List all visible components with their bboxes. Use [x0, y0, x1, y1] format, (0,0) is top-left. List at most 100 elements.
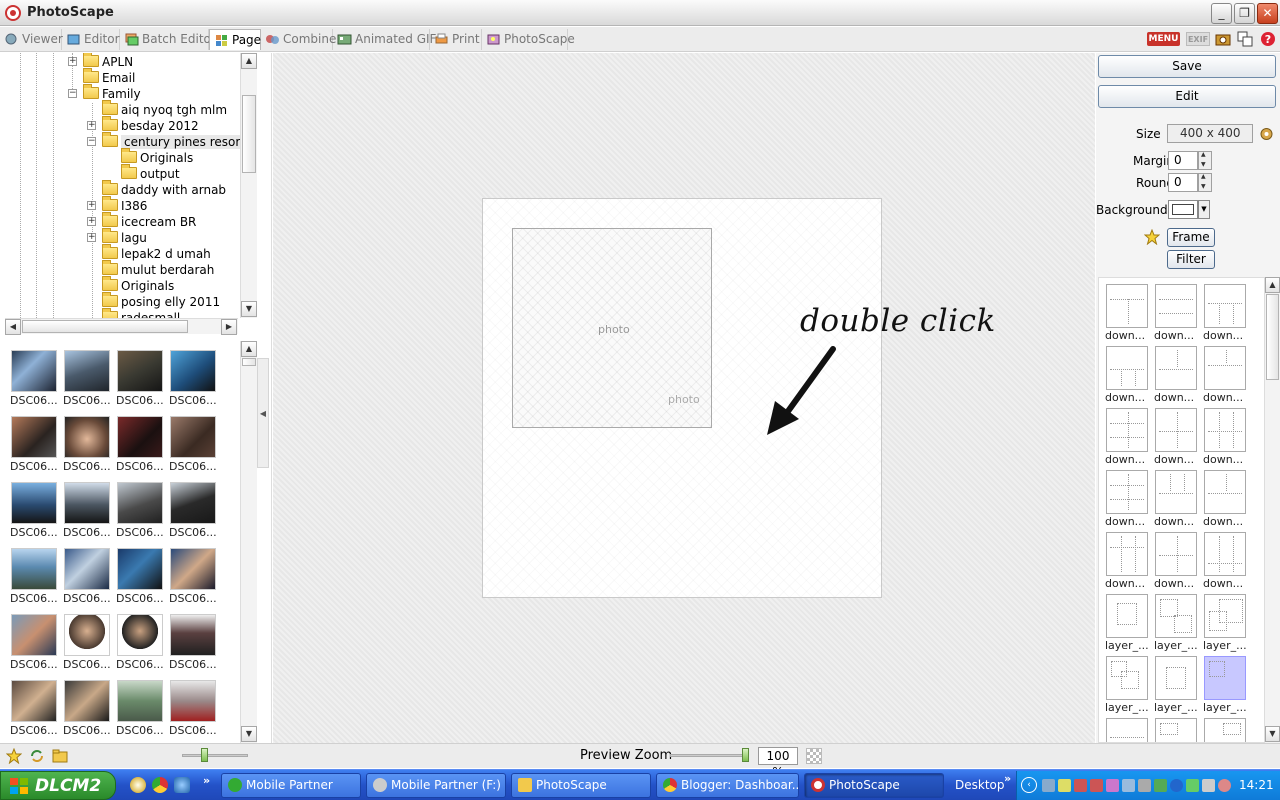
tree-vertical-scrollbar[interactable]: ▲ ▼ — [240, 53, 257, 318]
scroll-thumb[interactable] — [242, 358, 256, 366]
template-item[interactable]: down... — [1154, 344, 1200, 406]
folder-tree[interactable]: + APLN Email − Family aiq nyoq tgh mlm +… — [5, 53, 241, 318]
tray-display-icon[interactable] — [1202, 779, 1215, 792]
photo-thumbnail[interactable]: DSC06... — [10, 479, 58, 541]
photo-thumbnail[interactable]: DSC06... — [169, 413, 217, 475]
tree-item[interactable]: radesmall — [102, 308, 180, 318]
photo-thumbnail[interactable]: DSC06... — [10, 545, 58, 607]
template-item[interactable]: layer_... — [1154, 654, 1200, 716]
size-preset-icon[interactable] — [1259, 126, 1274, 141]
taskbar-item[interactable]: PhotoScape — [511, 773, 651, 798]
tray-warning-icon[interactable] — [1058, 779, 1071, 792]
tree-item[interactable]: posing elly 2011 — [102, 292, 220, 310]
photo-thumbnail[interactable]: DSC06... — [169, 545, 217, 607]
tray-bluetooth-icon[interactable] — [1170, 779, 1183, 792]
desktop-toolbar-label[interactable]: Desktop — [955, 778, 1005, 792]
margin-input[interactable]: 0 — [1168, 151, 1198, 170]
photo-thumbnail[interactable]: DSC06... — [116, 545, 164, 607]
tree-item[interactable]: besday 2012 — [102, 116, 199, 134]
tray-disconnected-icon[interactable] — [1090, 779, 1103, 792]
photo-thumbnail[interactable]: DSC06... — [63, 611, 111, 673]
scroll-up-arrow-icon[interactable]: ▲ — [241, 53, 257, 69]
photo-thumbnail[interactable]: DSC06... — [63, 347, 111, 409]
open-folder-icon[interactable] — [52, 748, 68, 764]
template-item-selected[interactable]: layer_... — [1203, 654, 1249, 716]
photo-thumbnail[interactable]: DSC06... — [63, 479, 111, 541]
tree-item[interactable]: Family — [83, 84, 141, 102]
filter-button[interactable]: Filter — [1167, 250, 1215, 269]
desktop-more-chevron-icon[interactable]: » — [1004, 772, 1011, 785]
photo-thumbnail[interactable]: DSC06... — [10, 413, 58, 475]
star-icon[interactable] — [1144, 229, 1160, 245]
template-item[interactable]: down... — [1105, 468, 1151, 530]
close-button[interactable]: ✕ — [1257, 3, 1278, 24]
scroll-down-arrow-icon[interactable]: ▼ — [1265, 726, 1280, 742]
tab-page[interactable]: Page — [209, 29, 261, 50]
template-item[interactable]: layer_... — [1105, 592, 1151, 654]
copy-windows-icon[interactable] — [1237, 31, 1253, 47]
tree-item[interactable]: aiq nyoq tgh mlm — [102, 100, 227, 118]
zoom-value-field[interactable]: 100 % — [758, 747, 798, 779]
quicklaunch-chrome-icon[interactable] — [152, 777, 168, 793]
photo-thumbnail[interactable]: DSC06... — [116, 347, 164, 409]
scroll-down-arrow-icon[interactable]: ▼ — [241, 301, 257, 317]
template-item[interactable]: down... — [1203, 282, 1249, 344]
photo-thumbnail[interactable]: DSC06... — [63, 677, 111, 739]
start-button[interactable]: DLCM2 — [0, 771, 116, 800]
quicklaunch-more-chevron-icon[interactable]: » — [203, 774, 210, 787]
thumbnail-size-slider-thumb[interactable] — [201, 748, 209, 762]
template-item[interactable]: layer_... — [1105, 654, 1151, 716]
tray-app-icon[interactable] — [1106, 779, 1119, 792]
background-dropdown-arrow-icon[interactable]: ▼ — [1198, 200, 1210, 219]
tree-item[interactable]: Originals — [121, 148, 193, 166]
scroll-thumb[interactable] — [242, 95, 256, 173]
template-item[interactable]: down... — [1154, 468, 1200, 530]
tray-network-icon[interactable] — [1042, 779, 1055, 792]
preview-zoom-slider-thumb[interactable] — [742, 748, 749, 762]
favorite-star-icon[interactable] — [6, 748, 22, 764]
tree-item[interactable]: mulut berdarah — [102, 260, 214, 278]
tab-combine[interactable]: Combine — [261, 29, 336, 50]
camera-icon[interactable] — [1215, 31, 1231, 47]
edit-button[interactable]: Edit — [1098, 85, 1276, 108]
expand-toggle[interactable]: + — [87, 233, 96, 242]
tab-batch-editor[interactable]: Batch Editor — [120, 29, 216, 50]
template-item[interactable]: down... — [1203, 406, 1249, 468]
tray-expand-icon[interactable]: ‹ — [1021, 777, 1037, 793]
tree-item[interactable]: output — [121, 164, 180, 182]
tree-item[interactable]: icecream BR — [102, 212, 196, 230]
scroll-up-arrow-icon[interactable]: ▲ — [241, 341, 257, 357]
tab-animated-gif[interactable]: Animated GIF — [333, 29, 436, 50]
photo-thumbnail[interactable]: DSC06... — [10, 611, 58, 673]
tab-viewer[interactable]: Viewer — [0, 29, 63, 50]
photo-thumbnail[interactable]: DSC06... — [63, 545, 111, 607]
photo-thumbnail[interactable]: DSC06... — [169, 347, 217, 409]
exif-button[interactable]: EXIF — [1186, 32, 1210, 46]
tray-disconnected-icon[interactable] — [1074, 779, 1087, 792]
scroll-up-arrow-icon[interactable]: ▲ — [1265, 277, 1280, 293]
photo-thumbnail[interactable]: DSC06... — [116, 677, 164, 739]
template-item[interactable]: down... — [1105, 282, 1151, 344]
expand-toggle[interactable]: + — [68, 57, 77, 66]
tree-horizontal-scrollbar[interactable]: ◀ ▶ — [5, 318, 238, 335]
tray-security-icon[interactable] — [1218, 779, 1231, 792]
photo-thumbnail[interactable]: DSC06... — [169, 611, 217, 673]
photo-thumbnail[interactable]: DSC06... — [169, 677, 217, 739]
thumbnail-vertical-scrollbar[interactable]: ▲ ▼ — [240, 341, 257, 743]
round-input[interactable]: 0 — [1168, 173, 1198, 192]
scroll-right-arrow-icon[interactable]: ▶ — [221, 319, 237, 335]
collapse-panel-handle[interactable]: ◀ — [257, 358, 269, 468]
template-item[interactable] — [1154, 716, 1200, 742]
template-item[interactable]: down... — [1154, 406, 1200, 468]
tray-dvi-icon[interactable] — [1154, 779, 1167, 792]
photo-thumbnail[interactable]: DSC06... — [116, 611, 164, 673]
tree-item[interactable]: daddy with arnab — [102, 180, 226, 198]
template-item[interactable] — [1105, 716, 1151, 742]
tree-item[interactable]: lepak2 d umah — [102, 244, 211, 262]
save-button[interactable]: Save — [1098, 55, 1276, 78]
scroll-thumb[interactable] — [1266, 294, 1279, 380]
expand-toggle[interactable]: + — [87, 201, 96, 210]
template-item[interactable]: down... — [1203, 344, 1249, 406]
taskbar-item[interactable]: Mobile Partner — [221, 773, 361, 798]
photo-thumbnail[interactable]: DSC06... — [10, 677, 58, 739]
